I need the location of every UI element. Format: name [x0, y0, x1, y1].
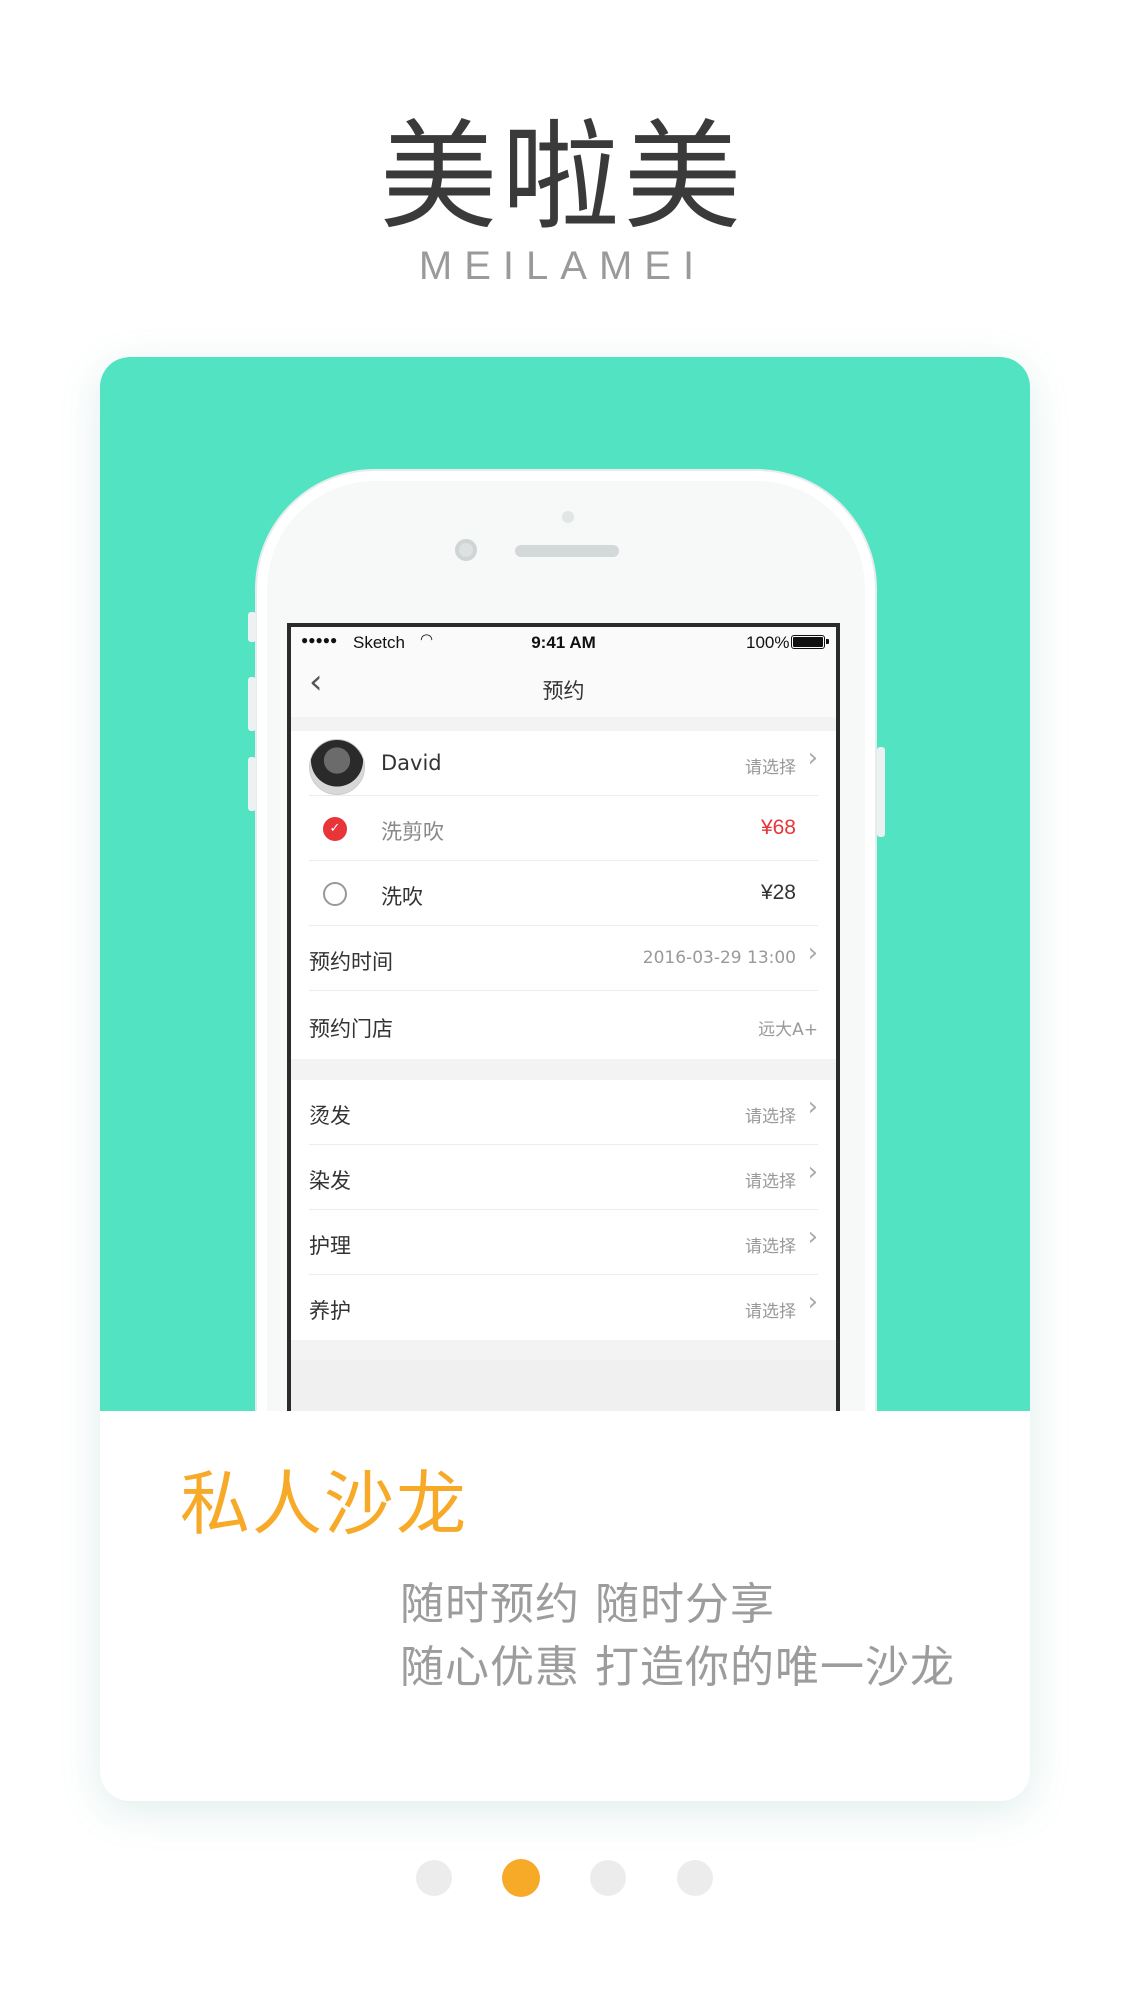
battery-icon	[791, 635, 829, 649]
service-name: 洗吹	[381, 885, 423, 909]
page-dot[interactable]	[677, 1860, 713, 1896]
phone-power-button	[877, 747, 885, 837]
promo-title: 私人沙龙	[180, 1463, 468, 1545]
stylist-avatar	[309, 739, 365, 795]
service-row[interactable]: ✓ 洗剪吹 ¥68	[309, 796, 818, 861]
chevron-right-icon: ›	[807, 1222, 818, 1252]
service-row[interactable]: 洗吹 ¥28	[309, 861, 818, 926]
extra-action: 请选择	[745, 1172, 796, 1192]
extra-label: 养护	[309, 1299, 351, 1323]
extra-row[interactable]: 护理 请选择 ›	[309, 1210, 818, 1275]
phone-side-button	[248, 612, 256, 642]
phone-volume-down	[248, 757, 256, 811]
page-indicator	[0, 1859, 1125, 1900]
appointment-store-value: 远大A+	[758, 1020, 818, 1040]
page-dot-active[interactable]	[502, 1859, 540, 1897]
chevron-right-icon: ›	[807, 938, 818, 968]
status-bar: ●●●●● Sketch ◠ 9:41 AM 100%	[291, 627, 836, 657]
phone-volume-up	[248, 677, 256, 731]
extra-label: 染发	[309, 1169, 351, 1193]
service-price: ¥68	[760, 816, 796, 839]
chevron-right-icon: ›	[807, 743, 818, 773]
extra-row[interactable]: 养护 请选择 ›	[309, 1275, 818, 1340]
phone-camera	[455, 539, 477, 561]
radio-checked-icon[interactable]: ✓	[323, 817, 347, 841]
chevron-right-icon: ›	[807, 1157, 818, 1187]
radio-unchecked-icon[interactable]	[323, 882, 347, 906]
phone-screen: ●●●●● Sketch ◠ 9:41 AM 100% ‹ 预约 David 请…	[287, 623, 840, 1411]
appointment-store-label: 预约门店	[309, 1017, 393, 1041]
page-title: 预约	[542, 679, 585, 703]
chevron-right-icon: ›	[807, 1092, 818, 1122]
appointment-time-row[interactable]: 预约时间 2016-03-29 13:00 ›	[309, 926, 818, 991]
page-dot[interactable]	[416, 1860, 452, 1896]
extra-label: 护理	[309, 1234, 351, 1258]
service-name: 洗剪吹	[381, 820, 444, 844]
appointment-time-label: 预约时间	[309, 950, 393, 974]
extra-row[interactable]: 烫发 请选择 ›	[309, 1080, 818, 1145]
phone-speaker	[515, 545, 619, 557]
appointment-store-row[interactable]: 预约门店 远大A+	[309, 993, 818, 1058]
service-price: ¥28	[760, 881, 796, 904]
promo-line-2: 随心优惠 打造你的唯一沙龙	[400, 1642, 955, 1693]
stylist-row[interactable]: David 请选择 ›	[309, 731, 818, 796]
extra-action: 请选择	[745, 1107, 796, 1127]
battery-percent: 100%	[746, 633, 790, 652]
booking-group: David 请选择 › ✓ 洗剪吹 ¥68 洗吹 ¥28 预约时间 2016-0…	[291, 731, 836, 993]
chevron-right-icon: ›	[807, 1287, 818, 1317]
stylist-name: David	[381, 751, 442, 775]
extra-row[interactable]: 染发 请选择 ›	[309, 1145, 818, 1210]
feature-card: ●●●●● Sketch ◠ 9:41 AM 100% ‹ 预约 David 请…	[100, 357, 1030, 1801]
extras-group: 烫发 请选择 › 染发 请选择 › 护理 请选择 › 养护 请选择 ›	[291, 1080, 836, 1340]
extra-action: 请选择	[745, 1302, 796, 1322]
brand-subtitle: MEILAMEI	[418, 244, 707, 288]
store-group: 预约门店 远大A+	[291, 993, 836, 1059]
nav-bar: ‹ 预约	[291, 657, 836, 717]
phone-sensor	[562, 511, 574, 523]
brand-title: 美啦美	[379, 108, 746, 246]
extra-action: 请选择	[745, 1237, 796, 1257]
screen-footer-area	[291, 1360, 836, 1411]
stylist-action: 请选择	[745, 758, 796, 778]
promo-line-1: 随时预约 随时分享	[400, 1579, 775, 1630]
page-dot[interactable]	[590, 1860, 626, 1896]
extra-label: 烫发	[309, 1104, 351, 1128]
appointment-time-value: 2016-03-29 13:00	[642, 948, 796, 968]
